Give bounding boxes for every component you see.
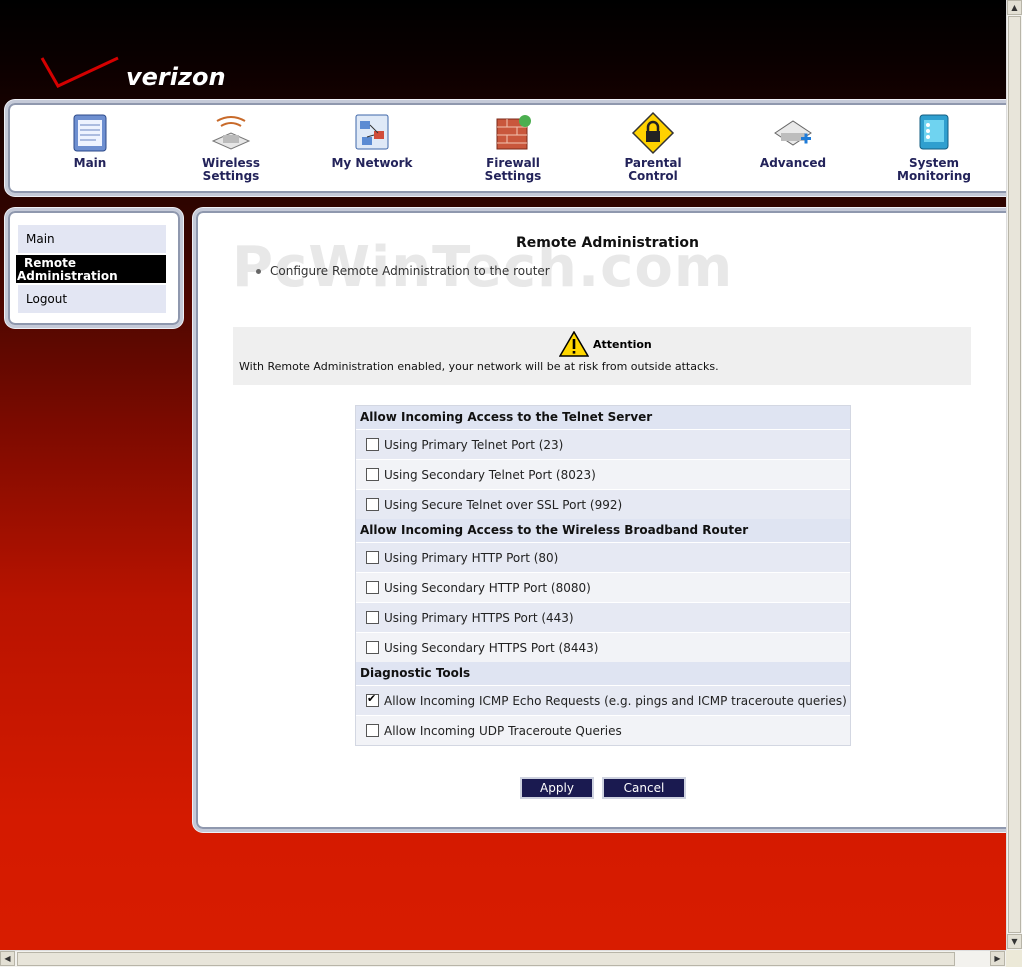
nav-main-label: Main xyxy=(73,156,107,170)
https-secondary-checkbox[interactable] xyxy=(366,641,379,654)
attention-heading: Attention xyxy=(558,330,652,357)
attention-box: Attention With Remote Administration ena… xyxy=(233,327,971,385)
option-label: Using Primary Telnet Port (23) xyxy=(384,438,564,452)
nav-system-label-1: System xyxy=(909,156,959,170)
sidebar-item-main[interactable]: Main xyxy=(18,225,166,253)
http-secondary-checkbox[interactable] xyxy=(366,581,379,594)
page-description-text: Configure Remote Administration to the r… xyxy=(270,264,550,278)
section-header-telnet: Allow Incoming Access to the Telnet Serv… xyxy=(356,406,850,429)
option-label: Allow Incoming ICMP Echo Requests (e.g. … xyxy=(384,694,847,708)
attention-text: With Remote Administration enabled, your… xyxy=(239,360,719,373)
nav-advanced-label: Advanced xyxy=(759,156,827,170)
sidebar: Main Remote Administration Logout xyxy=(5,208,183,328)
option-label: Using Secondary HTTPS Port (8443) xyxy=(384,641,599,655)
option-row: Using Primary HTTP Port (80) xyxy=(356,542,850,572)
advanced-icon xyxy=(771,111,815,155)
option-row: Allow Incoming UDP Traceroute Queries xyxy=(356,715,850,745)
icmp-echo-checkbox[interactable] xyxy=(366,691,379,707)
nav-my-network[interactable]: My Network xyxy=(317,111,427,170)
sidebar-item-label: Remote xyxy=(24,256,77,270)
scroll-up-icon[interactable]: ▲ xyxy=(1007,0,1022,15)
nav-firewall-label-2: Settings xyxy=(484,169,542,183)
nav-firewall-settings[interactable]: Firewall Settings xyxy=(458,111,568,183)
bullet-icon xyxy=(256,269,261,274)
nav-wireless-label-1: Wireless xyxy=(202,156,260,170)
sidebar-item-label: Administration xyxy=(17,269,118,283)
nav-wireless-settings[interactable]: Wireless Settings xyxy=(176,111,286,183)
system-monitoring-icon xyxy=(912,111,956,155)
option-row: Using Secondary HTTP Port (8080) xyxy=(356,572,850,602)
udp-traceroute-checkbox[interactable] xyxy=(366,724,379,737)
scroll-down-icon[interactable]: ▼ xyxy=(1007,934,1022,949)
wireless-settings-icon xyxy=(209,111,253,155)
option-label: Using Secondary Telnet Port (8023) xyxy=(384,468,596,482)
svg-text:verizon: verizon xyxy=(126,63,226,91)
vertical-scroll-thumb[interactable] xyxy=(1008,16,1021,933)
horizontal-scroll-thumb[interactable] xyxy=(17,952,955,966)
nav-advanced[interactable]: Advanced xyxy=(738,111,848,170)
nav-wireless-label-2: Settings xyxy=(202,169,260,183)
option-row: Using Primary Telnet Port (23) xyxy=(356,429,850,459)
sidebar-item-label: Main xyxy=(26,232,55,246)
scroll-right-icon[interactable]: ▶ xyxy=(990,951,1005,966)
option-row: Using Secondary HTTPS Port (8443) xyxy=(356,632,850,662)
telnet-ssl-checkbox[interactable] xyxy=(366,498,379,511)
page-title: Remote Administration xyxy=(516,235,700,251)
nav-parental-control[interactable]: Parental Control xyxy=(598,111,708,183)
cancel-button[interactable]: Cancel xyxy=(604,779,684,797)
http-primary-checkbox[interactable] xyxy=(366,551,379,564)
option-label: Using Secure Telnet over SSL Port (992) xyxy=(384,498,623,512)
nav-firewall-label-1: Firewall xyxy=(486,156,540,170)
scrollbar-corner xyxy=(1006,950,1022,967)
horizontal-scrollbar[interactable]: ◀ ▶ xyxy=(0,950,1006,967)
attention-heading-text: Attention xyxy=(593,337,652,351)
option-label: Using Primary HTTPS Port (443) xyxy=(384,611,574,625)
telnet-primary-checkbox[interactable] xyxy=(366,438,379,451)
option-row: Allow Incoming ICMP Echo Requests (e.g. … xyxy=(356,685,850,715)
parental-lock-icon xyxy=(631,111,675,155)
option-row: Using Primary HTTPS Port (443) xyxy=(356,602,850,632)
main-icon xyxy=(68,111,112,155)
browser-viewport: verizon Main Wireless Settings My Networ… xyxy=(0,0,1006,950)
apply-button[interactable]: Apply xyxy=(522,779,592,797)
sidebar-item-logout[interactable]: Logout xyxy=(18,285,166,313)
sidebar-item-label: Logout xyxy=(26,292,68,306)
section-header-router-access: Allow Incoming Access to the Wireless Br… xyxy=(356,519,850,542)
option-row: Using Secondary Telnet Port (8023) xyxy=(356,459,850,489)
telnet-secondary-checkbox[interactable] xyxy=(366,468,379,481)
nav-system-label-2: Monitoring xyxy=(897,169,971,183)
option-row: Using Secure Telnet over SSL Port (992) xyxy=(356,489,850,519)
main-content: PcWinTech.com Remote Administration Conf… xyxy=(193,208,1006,832)
option-label: Allow Incoming UDP Traceroute Queries xyxy=(384,724,622,738)
warning-icon xyxy=(558,330,590,357)
verizon-logo: verizon xyxy=(40,52,240,96)
nav-my-network-label: My Network xyxy=(331,156,413,170)
my-network-icon xyxy=(350,111,394,155)
nav-parental-label-2: Control xyxy=(628,169,678,183)
firewall-icon xyxy=(491,111,535,155)
nav-main[interactable]: Main xyxy=(35,111,145,170)
vertical-scrollbar[interactable]: ▲ ▼ xyxy=(1006,0,1022,950)
section-header-diagnostic-tools: Diagnostic Tools xyxy=(356,662,850,685)
nav-parental-label-1: Parental xyxy=(624,156,682,170)
nav-system-monitoring[interactable]: System Monitoring xyxy=(879,111,989,183)
sidebar-item-remote-administration[interactable]: Remote Administration xyxy=(16,255,166,283)
top-navigation: Main Wireless Settings My Network Firewa… xyxy=(5,100,1006,196)
option-label: Using Secondary HTTP Port (8080) xyxy=(384,581,591,595)
page-description: Configure Remote Administration to the r… xyxy=(256,264,550,278)
https-primary-checkbox[interactable] xyxy=(366,611,379,624)
remote-admin-options: Allow Incoming Access to the Telnet Serv… xyxy=(355,405,851,746)
scroll-left-icon[interactable]: ◀ xyxy=(0,951,15,966)
option-label: Using Primary HTTP Port (80) xyxy=(384,551,559,565)
